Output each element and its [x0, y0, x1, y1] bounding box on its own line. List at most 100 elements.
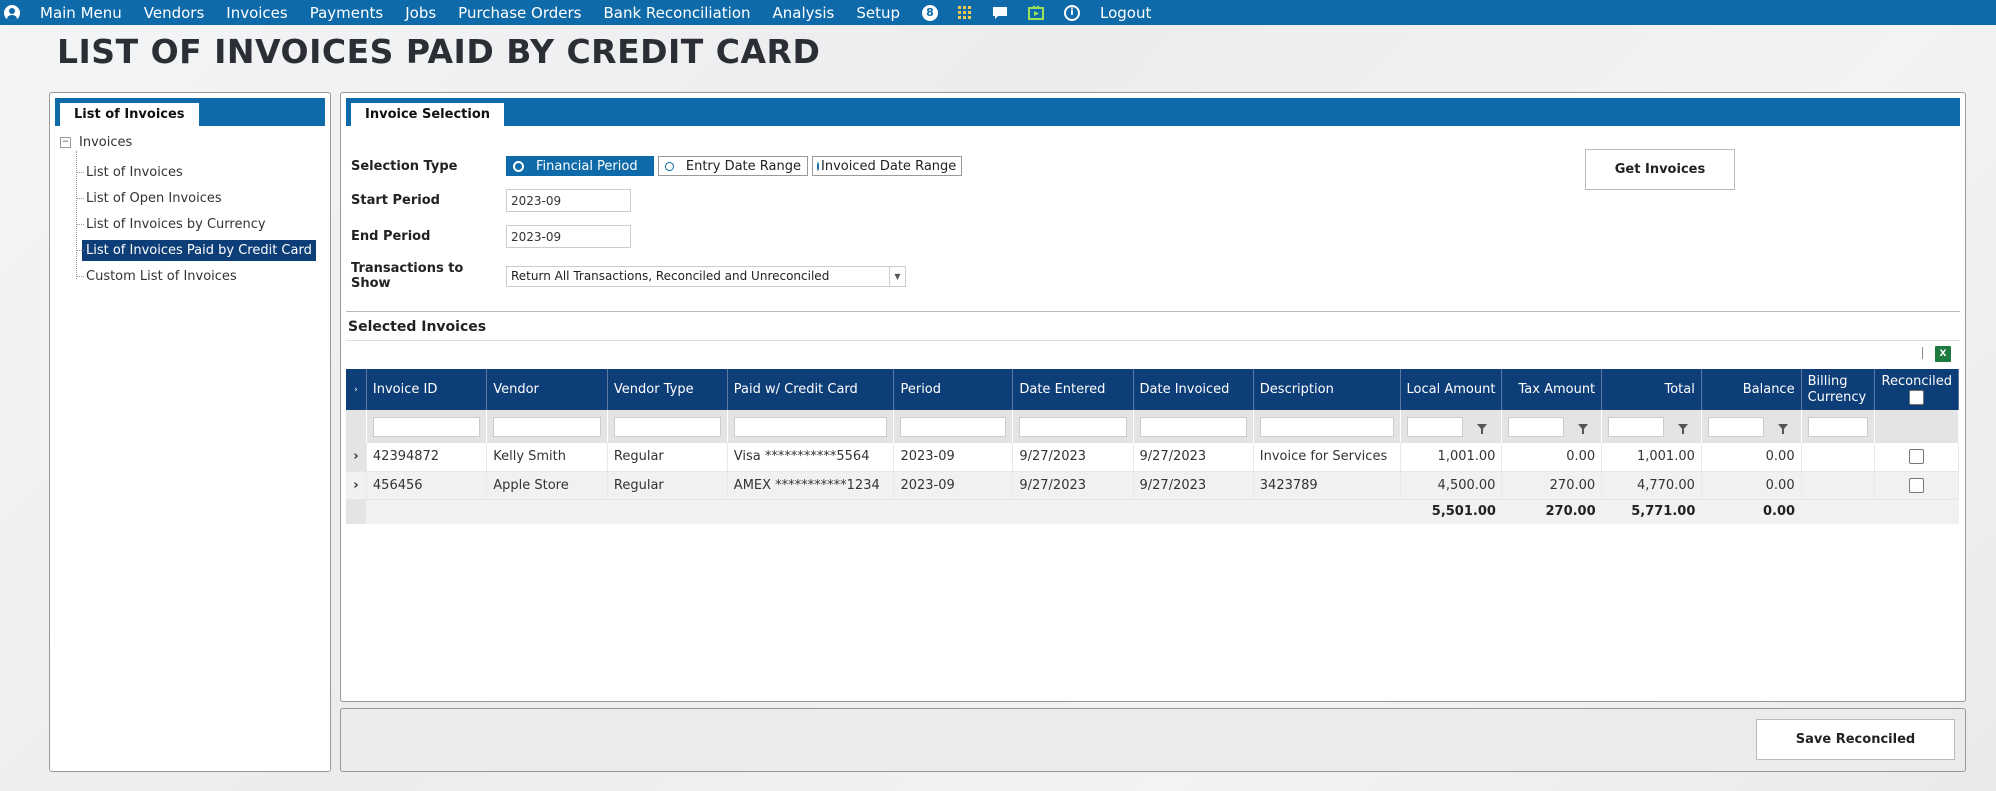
nav-payments[interactable]: Payments — [310, 4, 383, 22]
grid-apps-icon[interactable] — [958, 5, 972, 20]
col-local-amount[interactable]: Local Amount — [1400, 369, 1503, 410]
user-icon[interactable] — [4, 4, 20, 21]
invoices-grid: › Invoice ID Vendor Vendor Type Paid w/ … — [346, 369, 1959, 524]
radio-invoiced-date-range[interactable]: Invoiced Date Range — [812, 156, 962, 176]
invoice-id-link[interactable]: 42394872 — [366, 443, 488, 472]
filter-period[interactable] — [900, 416, 1007, 437]
filter-local-amount[interactable] — [1406, 416, 1463, 437]
col-description[interactable]: Description — [1253, 369, 1401, 410]
col-period[interactable]: Period — [893, 369, 1014, 410]
filter-icon[interactable] — [1678, 423, 1689, 434]
expand-row-icon[interactable]: › — [346, 443, 367, 472]
filter-icon[interactable] — [1476, 423, 1487, 434]
filter-vendor[interactable] — [493, 416, 601, 437]
col-reconciled[interactable]: Reconciled — [1874, 369, 1959, 410]
filter-total[interactable] — [1608, 416, 1665, 437]
end-period-input[interactable]: 2023-09 — [506, 225, 631, 248]
radio-entry-date-range[interactable]: Entry Date Range — [658, 156, 808, 176]
filter-icon[interactable] — [1578, 423, 1589, 434]
filter-billing-currency[interactable] — [1807, 416, 1869, 437]
grid-header-row: › Invoice ID Vendor Vendor Type Paid w/ … — [346, 369, 1959, 410]
nav-jobs[interactable]: Jobs — [405, 4, 436, 22]
filter-date-entered[interactable] — [1019, 416, 1127, 437]
cell-reconciled — [1874, 443, 1959, 472]
filter-icon[interactable] — [1777, 423, 1788, 434]
filter-cell — [1012, 410, 1134, 443]
col-invoice-id[interactable]: Invoice ID — [366, 369, 488, 410]
expand-all-icon[interactable]: › — [346, 369, 367, 410]
chat-icon[interactable] — [992, 6, 1008, 20]
col-date-entered[interactable]: Date Entered — [1012, 369, 1134, 410]
reconciled-checkbox[interactable] — [1909, 449, 1925, 465]
filter-cell — [727, 410, 895, 443]
cell-billing-currency — [1801, 443, 1876, 472]
get-invoices-button[interactable]: Get Invoices — [1585, 149, 1735, 190]
right-panel: Invoice Selection Selection Type Financi… — [340, 92, 1966, 702]
tree-item-invoices-by-currency[interactable]: List of Invoices by Currency — [76, 211, 316, 237]
filter-tax-amount[interactable] — [1508, 416, 1565, 437]
totals-blank-end — [1801, 498, 1959, 524]
chevron-down-icon[interactable]: ▼ — [889, 266, 905, 286]
nav-bank-reconciliation[interactable]: Bank Reconciliation — [603, 4, 750, 22]
video-icon[interactable] — [1028, 4, 1044, 21]
nav-invoices[interactable]: Invoices — [226, 4, 287, 22]
col-billing-currency[interactable]: Billing Currency — [1801, 369, 1876, 410]
table-row[interactable]: › 456456 Apple Store Regular AMEX ******… — [346, 471, 1959, 500]
transactions-dropdown[interactable]: Return All Transactions, Reconciled and … — [506, 265, 906, 287]
nav-setup[interactable]: Setup — [856, 4, 900, 22]
col-paid-credit-card[interactable]: Paid w/ Credit Card — [727, 369, 895, 410]
tree-root-invoices[interactable]: − Invoices — [60, 135, 132, 150]
save-reconciled-button[interactable]: Save Reconciled — [1756, 719, 1955, 760]
nav-logout[interactable]: Logout — [1100, 4, 1151, 22]
col-vendor-type[interactable]: Vendor Type — [607, 369, 728, 410]
filter-vendor-type[interactable] — [613, 416, 721, 437]
notification-badge-icon[interactable]: 8 — [922, 4, 938, 21]
filter-cell — [1801, 410, 1876, 443]
tab-invoice-selection[interactable]: Invoice Selection — [350, 102, 506, 126]
tree-item-custom-list[interactable]: Custom List of Invoices — [76, 263, 316, 289]
tree-item-list-of-invoices[interactable]: List of Invoices — [76, 159, 316, 185]
cell-balance: 0.00 — [1701, 471, 1802, 500]
nav-main-menu[interactable]: Main Menu — [40, 4, 122, 22]
excel-export-icon[interactable]: X — [1935, 346, 1951, 362]
col-date-invoiced[interactable]: Date Invoiced — [1133, 369, 1254, 410]
filter-invoice-id[interactable] — [372, 416, 481, 437]
filter-credit-card[interactable] — [733, 416, 888, 437]
cell-date-invoiced: 9/27/2023 — [1133, 471, 1254, 500]
radio-financial-period[interactable]: Financial Period — [506, 156, 654, 176]
cell-reconciled — [1874, 471, 1959, 500]
start-period-input[interactable]: 2023-09 — [506, 189, 631, 212]
col-balance[interactable]: Balance — [1701, 369, 1802, 410]
tree-item-paid-by-credit-card[interactable]: List of Invoices Paid by Credit Card — [76, 237, 316, 263]
nav-purchase-orders[interactable]: Purchase Orders — [458, 4, 581, 22]
tree-connector — [76, 151, 77, 279]
select-all-checkbox[interactable] — [1909, 389, 1925, 405]
cell-local-amount: 1,001.00 — [1400, 443, 1503, 472]
col-tax-amount[interactable]: Tax Amount — [1501, 369, 1603, 410]
filter-balance[interactable] — [1707, 416, 1764, 437]
start-period-row: Start Period 2023-09 — [351, 189, 631, 212]
nav-vendors[interactable]: Vendors — [144, 4, 205, 22]
cell-tax-amount: 0.00 — [1501, 443, 1603, 472]
filter-cell — [1253, 410, 1401, 443]
col-total[interactable]: Total — [1601, 369, 1702, 410]
nav-analysis[interactable]: Analysis — [773, 4, 835, 22]
info-icon[interactable]: i — [1064, 4, 1080, 21]
filter-cell — [1501, 410, 1603, 443]
filter-description[interactable] — [1259, 416, 1394, 437]
reconciled-checkbox[interactable] — [1909, 477, 1925, 493]
invoice-id-link[interactable]: 456456 — [366, 471, 488, 500]
tree-root-label: Invoices — [79, 135, 133, 150]
cell-date-entered: 9/27/2023 — [1012, 471, 1134, 500]
col-vendor[interactable]: Vendor — [486, 369, 608, 410]
tree-item-open-invoices[interactable]: List of Open Invoices — [76, 185, 316, 211]
radio-selected-icon — [513, 160, 524, 172]
tab-list-of-invoices[interactable]: List of Invoices — [59, 102, 200, 126]
cell-description: 3423789 — [1253, 471, 1401, 500]
col-reconciled-label: Reconciled — [1881, 373, 1952, 389]
collapse-icon[interactable]: − — [60, 137, 71, 148]
cell-description: Invoice for Services — [1253, 443, 1401, 472]
filter-date-invoiced[interactable] — [1139, 416, 1247, 437]
table-row[interactable]: › 42394872 Kelly Smith Regular Visa ****… — [346, 443, 1959, 472]
expand-row-icon[interactable]: › — [346, 471, 367, 500]
